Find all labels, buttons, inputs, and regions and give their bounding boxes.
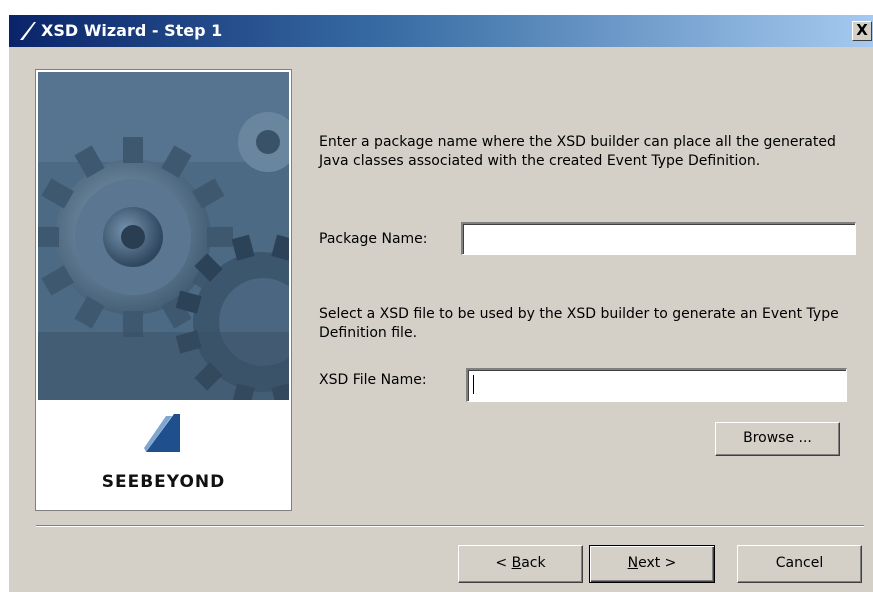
back-mnemonic: B: [511, 555, 522, 571]
back-button[interactable]: < Back: [458, 545, 583, 583]
package-name-label: Package Name:: [319, 231, 428, 247]
xsd-file-name-label: XSD File Name:: [319, 372, 427, 388]
xsd-instructions: Select a XSD file to be used by the XSD …: [319, 306, 839, 341]
xsd-wizard-window: XSD Wizard - Step 1 X SEEBEYOND Enter a …: [8, 14, 873, 592]
close-icon: X: [856, 21, 868, 39]
seebeyond-logo-icon: [20, 22, 36, 40]
text-cursor: [473, 375, 474, 394]
brand-name: SEEBEYOND: [101, 472, 226, 492]
package-name-input[interactable]: [461, 222, 856, 255]
cancel-button[interactable]: Cancel: [737, 545, 862, 583]
back-prefix: <: [495, 555, 512, 571]
xsd-file-name-input[interactable]: [466, 368, 847, 402]
wizard-side-image: SEEBEYOND: [36, 70, 291, 510]
next-rest: ext >: [638, 555, 677, 571]
title-bar[interactable]: XSD Wizard - Step 1 X: [9, 15, 873, 47]
seebeyond-logo-icon: [144, 414, 180, 452]
button-separator: [36, 525, 864, 527]
window-title: XSD Wizard - Step 1: [41, 21, 223, 40]
browse-button[interactable]: Browse ...: [715, 422, 840, 456]
gears-illustration: [38, 72, 289, 400]
package-instructions: Enter a package name where the XSD build…: [319, 134, 836, 169]
next-button[interactable]: Next >: [589, 545, 715, 583]
next-mnemonic: N: [627, 555, 639, 571]
logo-area: SEEBEYOND: [38, 400, 289, 508]
back-rest: ack: [521, 555, 546, 571]
close-button[interactable]: X: [852, 21, 872, 41]
